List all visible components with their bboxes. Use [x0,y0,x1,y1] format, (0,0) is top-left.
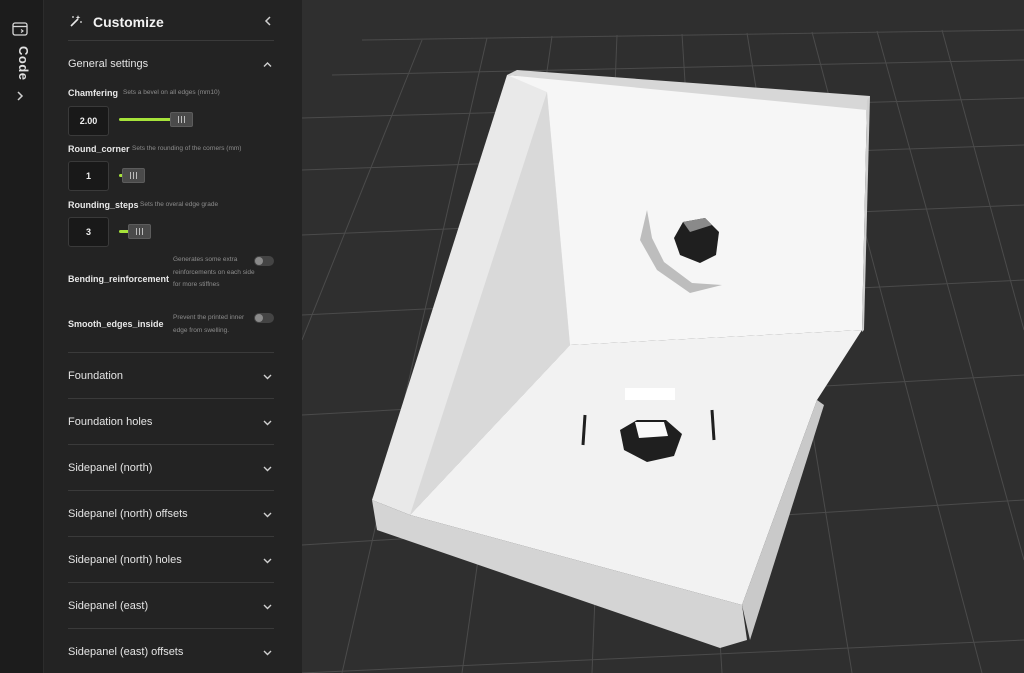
param-rounding-steps-label: Rounding_steps [68,200,139,210]
param-chamfering-desc: Sets a bevel on all edges (mm10) [123,89,220,96]
section-foundation-holes[interactable]: Foundation holes [68,416,152,428]
magic-wand-icon [70,15,82,27]
chevron-down-icon[interactable] [262,601,273,612]
section-sidepanel-north-offsets[interactable]: Sidepanel (north) offsets [68,508,188,520]
section-sidepanel-north-holes[interactable]: Sidepanel (north) holes [68,554,182,566]
chevron-right-icon[interactable] [14,90,26,102]
chamfering-input[interactable]: 2.00 [68,106,109,136]
code-window-icon[interactable] [12,22,28,36]
section-sidepanel-north[interactable]: Sidepanel (north) [68,462,152,474]
divider [68,582,274,583]
panel-header: Customize [44,0,302,40]
section-foundation[interactable]: Foundation [68,370,123,382]
round-corner-input[interactable]: 1 [68,161,109,191]
chevron-down-icon[interactable] [262,647,273,658]
customize-panel: Customize General settings Chamfering Se… [44,0,302,673]
divider [68,490,274,491]
chevron-down-icon[interactable] [262,555,273,566]
smooth-edges-inside-label: Smooth_edges_inside [68,319,164,329]
section-general-settings[interactable]: General settings [68,58,148,70]
panel-title: Customize [93,14,164,30]
param-chamfering-label: Chamfering [68,88,119,98]
rounding-steps-slider-handle[interactable] [128,224,151,239]
divider [68,40,274,41]
divider [68,398,274,399]
bending-reinforcement-desc: Generates some extra reinforcements on e… [173,256,255,288]
chamfering-slider-handle[interactable] [170,112,193,127]
round-corner-slider-handle[interactable] [122,168,145,183]
param-round-corner-desc: Sets the rounding of the corners (mm) [132,145,242,152]
smooth-edges-inside-desc: Prevent the printed inner edge from swel… [173,314,245,334]
rounding-steps-input[interactable]: 3 [68,217,109,247]
chevron-left-icon[interactable] [262,15,274,27]
divider [68,444,274,445]
chevron-down-icon[interactable] [262,509,273,520]
divider [68,352,274,353]
divider [68,628,274,629]
section-sidepanel-east[interactable]: Sidepanel (east) [68,600,148,612]
param-rounding-steps-desc: Sets the overal edge grade [140,201,219,208]
chevron-down-icon[interactable] [262,463,273,474]
section-sidepanel-east-offsets[interactable]: Sidepanel (east) offsets [68,646,183,658]
bending-reinforcement-toggle[interactable] [254,256,274,266]
code-tab-label[interactable]: Code [9,46,31,82]
viewport-canvas[interactable] [302,0,1024,673]
bending-reinforcement-label: Bending_reinforcement [68,274,170,284]
3d-viewport[interactable] [302,0,1024,673]
chamfering-slider-track[interactable] [119,118,174,121]
smooth-edges-inside-toggle[interactable] [254,313,274,323]
divider [68,536,274,537]
chevron-down-icon[interactable] [262,371,273,382]
chevron-down-icon[interactable] [262,417,273,428]
chevron-up-icon[interactable] [262,59,273,70]
left-rail: Code [0,0,44,673]
param-round-corner-label: Round_corner [68,144,130,154]
